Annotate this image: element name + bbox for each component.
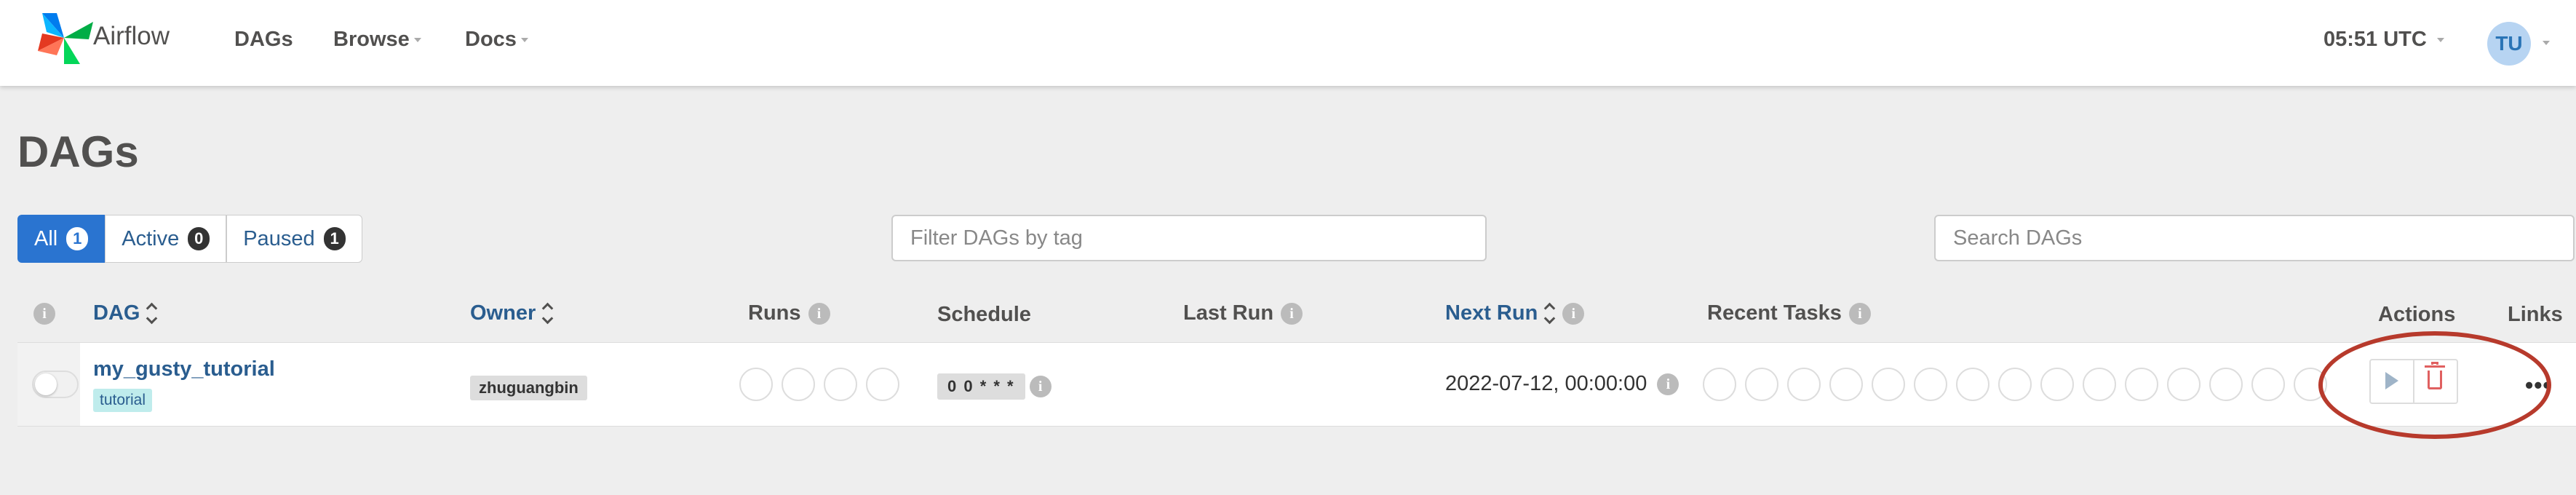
task-state-circle[interactable] — [1872, 368, 1905, 401]
owner-badge[interactable]: zhuguangbin — [470, 376, 587, 400]
next-run-cell: 2022-07-12, 00:00:00 i — [1445, 372, 1679, 396]
nav-browse-label: Browse — [333, 28, 410, 51]
task-state-circle[interactable] — [1745, 368, 1778, 401]
run-state-circle[interactable] — [866, 368, 899, 401]
info-icon[interactable]: i — [1562, 303, 1585, 325]
chevron-down-icon[interactable] — [2543, 41, 2550, 45]
header-last-run: Last Run i — [1183, 301, 1303, 325]
user-avatar[interactable]: TU — [2487, 22, 2531, 66]
header-owner[interactable]: Owner — [470, 301, 553, 325]
sort-icon — [543, 303, 553, 325]
header-dag-label: DAG — [93, 301, 140, 325]
header-next-run[interactable]: Next Run i — [1445, 301, 1585, 325]
task-state-circle[interactable] — [1703, 368, 1736, 401]
header-last-run-label: Last Run — [1183, 301, 1274, 325]
header-dag[interactable]: DAG — [93, 301, 157, 325]
status-filter-group: All 1 Active 0 Paused 1 — [17, 215, 362, 263]
filter-active-button[interactable]: Active 0 — [105, 215, 227, 263]
info-icon[interactable]: i — [1657, 373, 1679, 395]
chevron-down-icon — [520, 38, 528, 43]
task-state-circle[interactable] — [2083, 368, 2116, 401]
chevron-down-icon — [413, 38, 421, 43]
search-dags-input[interactable] — [1934, 215, 2575, 261]
filter-all-label: All — [34, 226, 58, 250]
pause-toggle[interactable] — [32, 371, 79, 398]
filter-all-count: 1 — [66, 227, 89, 250]
info-icon[interactable]: i — [1848, 303, 1871, 325]
sort-icon — [1545, 303, 1555, 325]
header-next-run-label: Next Run — [1445, 301, 1538, 325]
info-icon[interactable]: i — [808, 303, 830, 325]
header-actions: Actions — [2378, 303, 2456, 326]
header-info: i — [33, 301, 55, 325]
task-state-circle[interactable] — [2167, 368, 2201, 401]
annotation-highlight-ellipse — [2318, 331, 2551, 439]
run-state-circle[interactable] — [739, 368, 773, 401]
header-runs: Runs i — [748, 301, 830, 325]
nav-browse[interactable]: Browse — [333, 28, 421, 52]
task-state-circle[interactable] — [1956, 368, 1989, 401]
task-state-circle[interactable] — [1787, 368, 1821, 401]
schedule-badge: 0 0 * * * — [937, 373, 1025, 400]
task-state-circle[interactable] — [2251, 368, 2285, 401]
run-state-circle[interactable] — [782, 368, 815, 401]
page-title: DAGs — [17, 127, 139, 176]
timezone-menu[interactable]: 05:51 UTC — [2323, 28, 2444, 52]
header-runs-label: Runs — [748, 301, 801, 325]
chevron-down-icon — [2436, 38, 2444, 43]
next-run-value: 2022-07-12, 00:00:00 — [1445, 372, 1647, 395]
sort-icon — [147, 303, 157, 325]
task-state-circle[interactable] — [1829, 368, 1863, 401]
brand-name[interactable]: Airflow — [93, 22, 170, 51]
header-owner-label: Owner — [470, 301, 536, 325]
filter-all-button[interactable]: All 1 — [17, 215, 106, 263]
header-recent-tasks-label: Recent Tasks — [1707, 301, 1842, 325]
header-recent-tasks: Recent Tasks i — [1707, 301, 1871, 325]
schedule-cell: 0 0 * * * i — [937, 373, 1052, 400]
header-schedule: Schedule — [937, 303, 1031, 326]
info-icon[interactable]: i — [33, 303, 55, 325]
run-state-circle[interactable] — [824, 368, 857, 401]
task-state-circle[interactable] — [1914, 368, 1947, 401]
info-icon[interactable]: i — [1029, 376, 1052, 397]
nav-docs-label: Docs — [465, 28, 517, 51]
info-icon[interactable]: i — [1281, 303, 1303, 325]
top-navbar: Airflow DAGs Browse Docs 05:51 UTC TU — [0, 0, 2576, 86]
table-header: i DAG Owner Runs i Schedule Last Run i Nex… — [17, 285, 2576, 342]
task-state-circle[interactable] — [2125, 368, 2158, 401]
filter-paused-button[interactable]: Paused 1 — [226, 215, 362, 263]
task-state-circle[interactable] — [2040, 368, 2074, 401]
nav-dags[interactable]: DAGs — [234, 28, 293, 52]
filter-paused-label: Paused — [243, 226, 315, 250]
filter-active-count: 0 — [188, 227, 210, 250]
dags-table: i DAG Owner Runs i Schedule Last Run i Nex… — [17, 285, 2576, 495]
dag-tag[interactable]: tutorial — [93, 389, 153, 412]
tag-filter-input[interactable] — [891, 215, 1487, 261]
filter-paused-count: 1 — [323, 227, 346, 250]
airflow-logo-icon[interactable] — [36, 10, 95, 66]
filter-active-label: Active — [122, 226, 180, 250]
nav-docs[interactable]: Docs — [465, 28, 528, 52]
header-links: Links — [2508, 303, 2563, 326]
task-state-circle[interactable] — [2209, 368, 2243, 401]
dag-link[interactable]: my_gusty_tutorial — [93, 357, 275, 381]
table-row: my_gusty_tutorial tutorial zhuguangbin 0… — [17, 342, 2576, 427]
task-state-circle[interactable] — [1998, 368, 2032, 401]
current-time: 05:51 UTC — [2323, 28, 2427, 51]
